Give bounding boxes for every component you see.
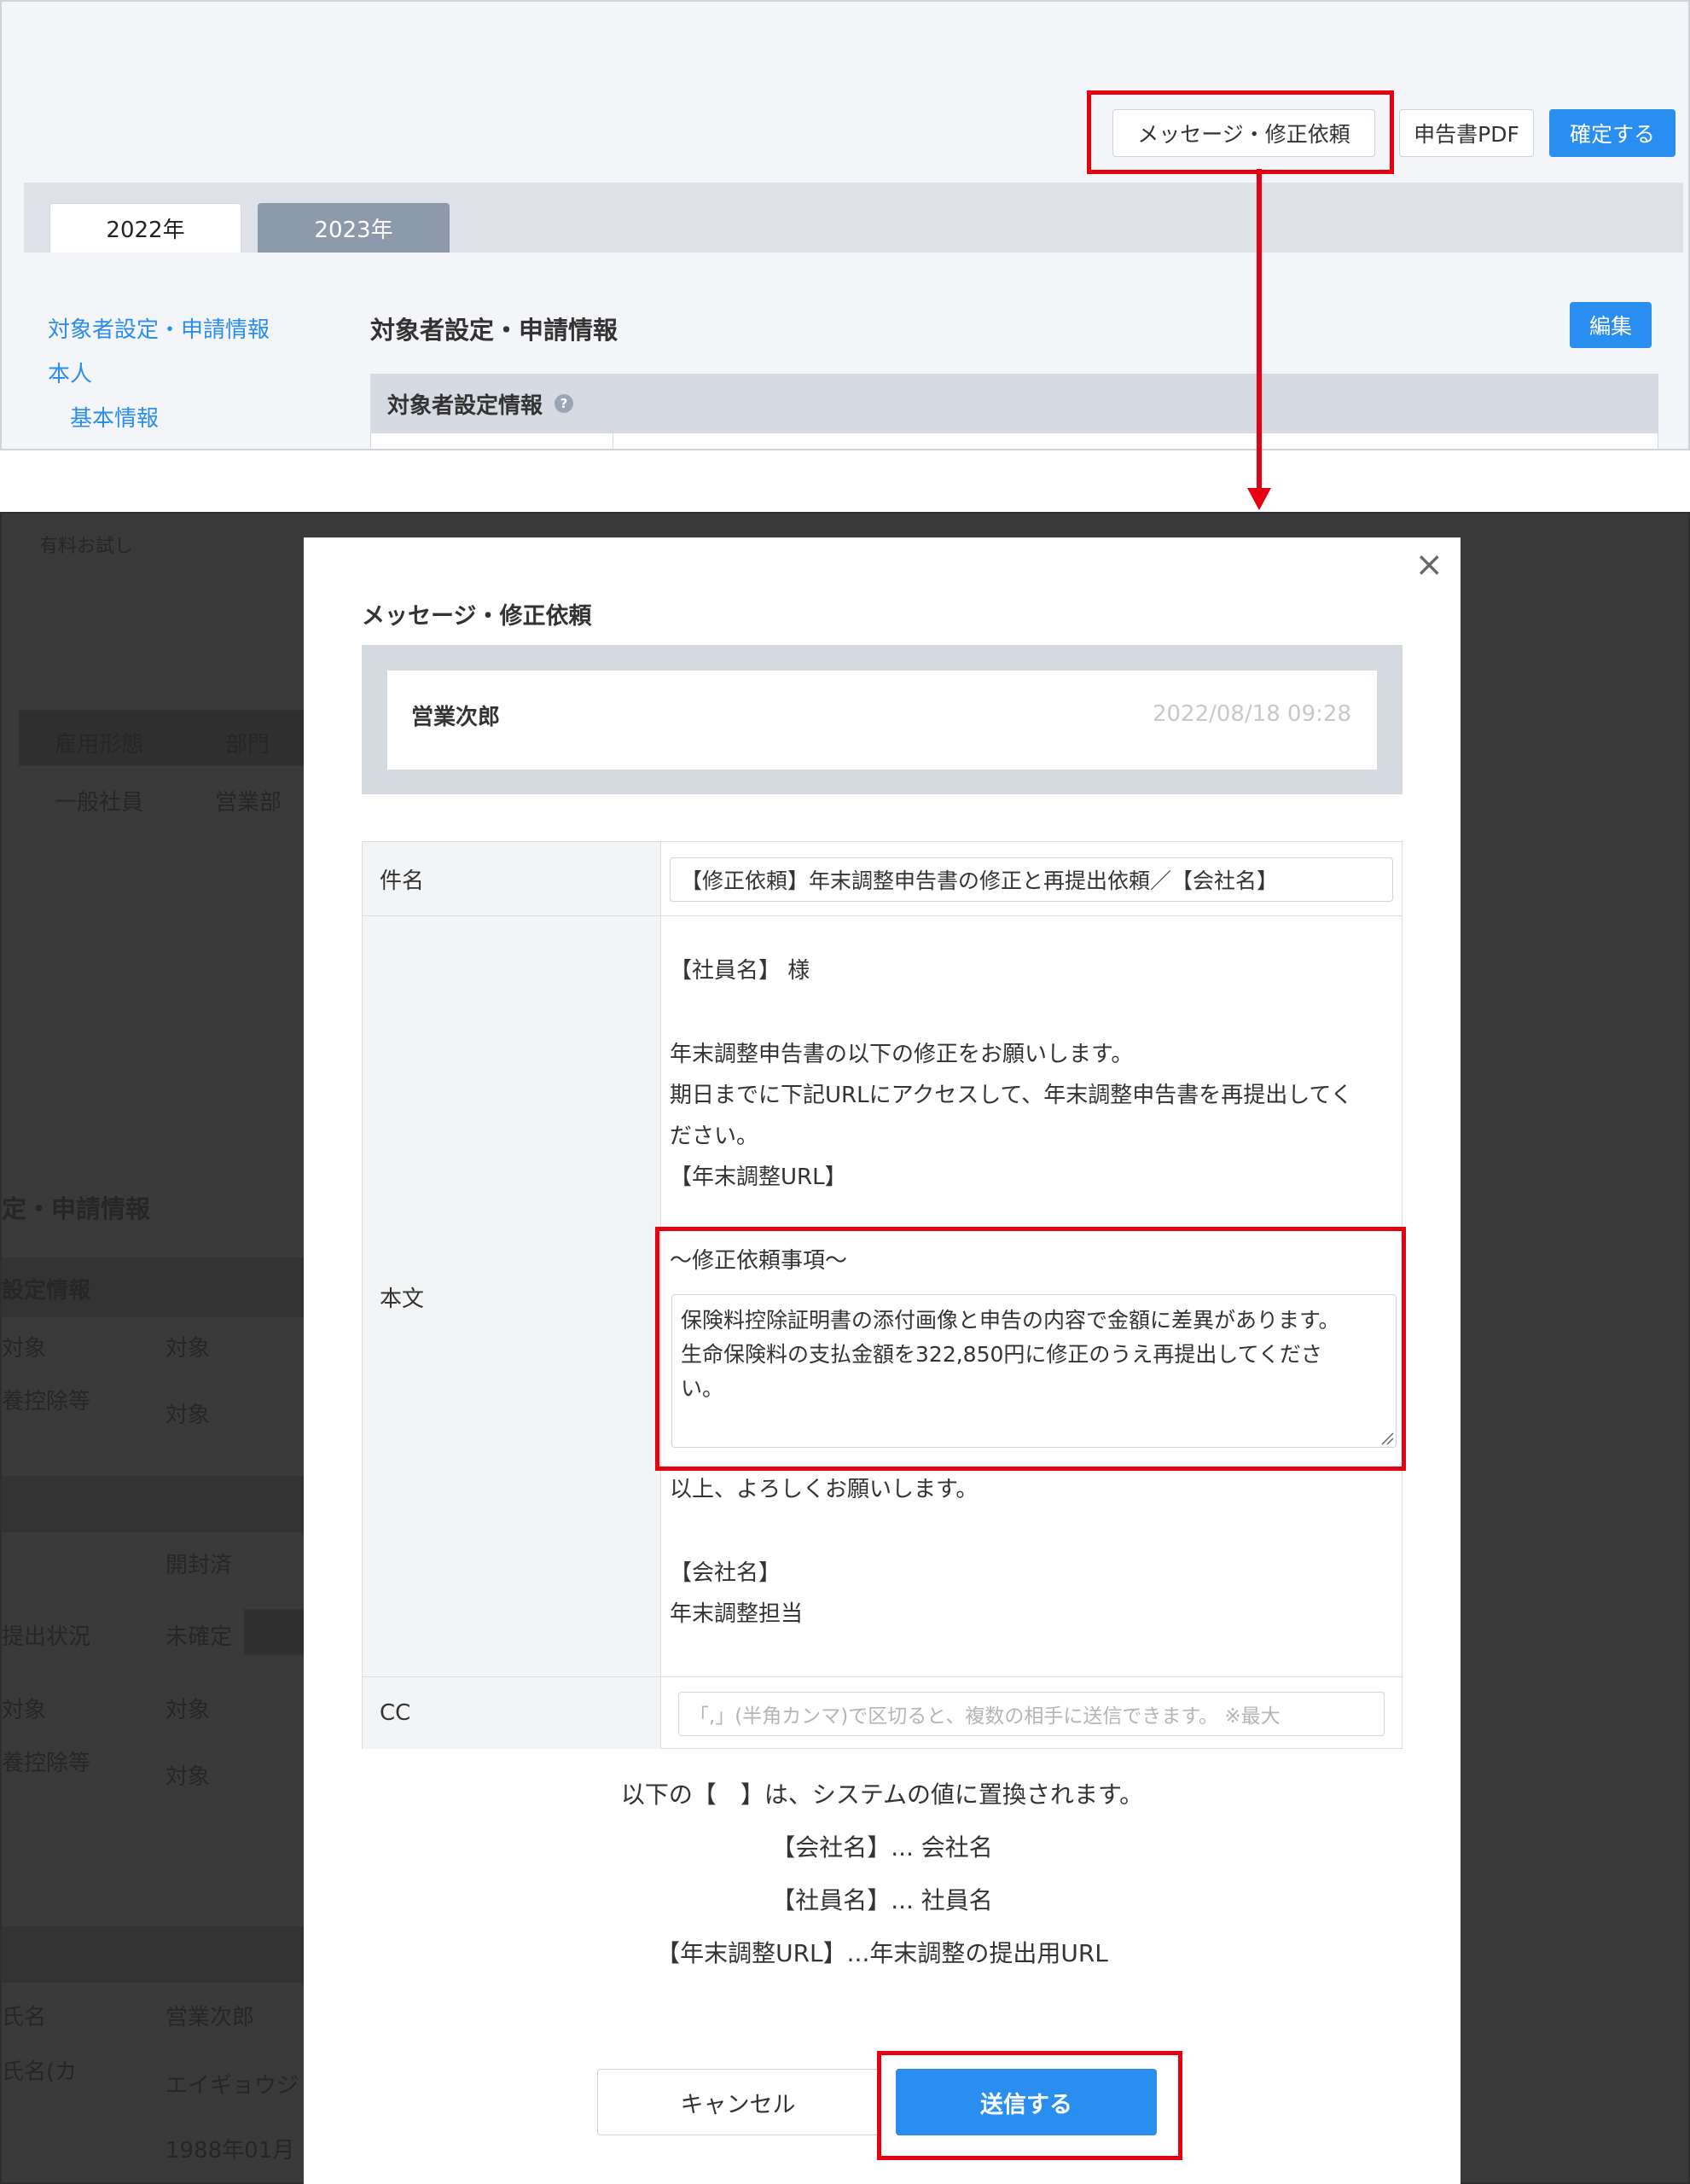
bg-row-value: エイギョウジ (166, 2073, 299, 2099)
replacement-note: 【社員名】... 社員名 (771, 1886, 993, 1914)
message-item: 営業次郎 2022/08/18 09:28 (387, 671, 1377, 770)
pdf-button[interactable]: 申告書PDF (1399, 109, 1534, 157)
body-line: 【年末調整URL】 (670, 1165, 847, 1190)
message-history: 営業次郎 2022/08/18 09:28 (362, 645, 1403, 794)
body-line: 以上、よろしくお願いします。 (670, 1477, 979, 1502)
table-top-edge (370, 433, 1658, 449)
bg-row-value: 対象 (166, 1403, 211, 1428)
replacement-note: 【年末調整URL】...年末調整の提出用URL (656, 1939, 1108, 1967)
cancel-button[interactable]: キャンセル (597, 2069, 879, 2135)
top-screen-panel: メッセージ・修正依頼 申告書PDF 確定する 2022年 2023年 対象者設定… (0, 0, 1690, 450)
bg-row-label: 対象 (2, 1336, 47, 1362)
bg-row-value: 開封済 (166, 1553, 233, 1578)
confirm-button[interactable]: 確定する (1549, 109, 1675, 157)
sidebar-item-settings[interactable]: 対象者設定・申請情報 (48, 312, 270, 344)
cc-label: CC (363, 1677, 661, 1749)
sidebar-item-basic-info[interactable]: 基本情報 (70, 401, 159, 433)
bg-row-label: 氏名 (2, 2005, 47, 2030)
body-line: ださい。 (670, 1124, 759, 1149)
subsection-title: 対象者設定情報 (387, 392, 543, 419)
bg-group-band (2, 1926, 305, 1983)
bg-department-header: 部門 (225, 732, 270, 758)
subject-input[interactable]: 【修正依頼】年末調整申告書の修正と再提出依頼／【会社名】 (670, 857, 1393, 902)
replacement-note: 【会社名】... 会社名 (771, 1833, 993, 1862)
section-title: 対象者設定・申請情報 (370, 316, 619, 345)
body-line: 年末調整申告書の以下の修正をお願いします。 (670, 1042, 1134, 1067)
body-line: 期日までに下記URLにアクセスして、年末調整申告書を再提出してく (670, 1083, 1353, 1108)
body-label: 本文 (363, 916, 661, 1677)
close-icon[interactable]: × (1414, 548, 1443, 582)
bg-department-value: 営業部 (215, 790, 282, 816)
bg-row-value: 対象 (166, 1698, 211, 1723)
tab-2023[interactable]: 2023年 (258, 203, 450, 253)
bg-row-label: 氏名(カ (2, 2059, 78, 2085)
message-sender: 営業次郎 (411, 705, 501, 730)
sidebar-item-self[interactable]: 本人 (48, 357, 92, 388)
bg-status-button (244, 1609, 305, 1655)
highlight-correction-details (655, 1227, 1406, 1471)
bg-section-title: 定・申請情報 (2, 1194, 151, 1223)
trial-label: 有料お試し (39, 536, 134, 557)
bg-row-value: 1988年01月 (166, 2138, 295, 2164)
bg-row-label: 対象 (2, 1698, 47, 1723)
tab-2022[interactable]: 2022年 (49, 203, 241, 253)
replacement-note: 以下の【 】は、システムの値に置換されます。 (620, 1780, 1144, 1809)
body-line: 年末調整担当 (670, 1601, 804, 1627)
bg-group-band (2, 1476, 305, 1532)
bg-row-value: 対象 (166, 1336, 211, 1362)
message-timestamp: 2022/08/18 09:28 (1152, 701, 1351, 727)
subsection-header: 対象者設定情報 ? (370, 374, 1658, 433)
annotation-arrow-head (1247, 488, 1271, 510)
highlight-send-button (877, 2051, 1182, 2160)
annotation-arrow-line (1257, 169, 1262, 493)
bg-subsection-title: 設定情報 (2, 1278, 91, 1304)
bg-row-label: 養控除等 (2, 1751, 91, 1776)
body-line: 【会社名】 (670, 1560, 781, 1586)
modal-title: メッセージ・修正依頼 (362, 603, 592, 630)
bg-row-label: 提出状況 (2, 1624, 91, 1650)
body-line: 【社員名】 様 (670, 958, 810, 984)
bg-row-value: 未確定 (166, 1624, 233, 1650)
highlight-message-button (1087, 90, 1394, 174)
edit-button[interactable]: 編集 (1570, 302, 1652, 348)
help-icon[interactable]: ? (555, 394, 574, 413)
bg-row-value: 対象 (166, 1764, 211, 1790)
bg-employment-type-header: 雇用形態 (55, 732, 144, 758)
bg-employment-type-value: 一般社員 (55, 790, 144, 816)
subject-label: 件名 (363, 842, 661, 915)
bg-row-label: 養控除等 (2, 1389, 91, 1414)
bg-row-value: 営業次郎 (166, 2005, 255, 2030)
cc-input[interactable]: 「,」(半角カンマ)で区切ると、複数の相手に送信できます。 ※最大 (678, 1692, 1385, 1736)
